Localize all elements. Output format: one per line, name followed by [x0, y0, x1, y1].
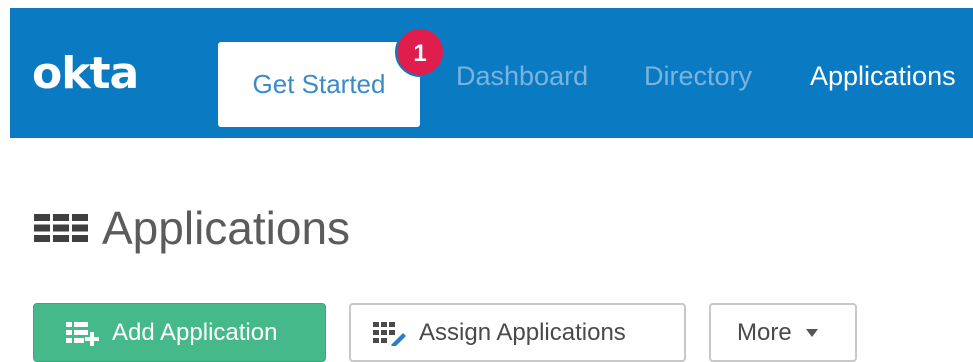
- nav-dashboard[interactable]: Dashboard: [456, 56, 588, 96]
- okta-logo[interactable]: okta: [32, 48, 139, 100]
- page-title: Applications: [102, 202, 351, 254]
- add-list-icon: [66, 321, 99, 346]
- nav-applications[interactable]: Applications: [810, 56, 956, 96]
- add-application-label: Add Application: [112, 318, 278, 346]
- add-application-button[interactable]: Add Application: [33, 303, 326, 362]
- top-navigation-bar: okta Get Started 1 Dashboard Directory A…: [10, 8, 973, 138]
- more-dropdown-button[interactable]: More: [709, 303, 857, 362]
- notification-badge: 1: [395, 27, 445, 77]
- nav-directory[interactable]: Directory: [644, 56, 752, 96]
- page-heading: Applications: [34, 198, 350, 258]
- get-started-label: Get Started: [252, 69, 386, 99]
- assign-applications-button[interactable]: Assign Applications: [349, 303, 686, 362]
- assign-grid-icon: [373, 321, 406, 346]
- assign-applications-label: Assign Applications: [419, 318, 626, 346]
- grid-icon: [34, 214, 88, 242]
- more-label: More: [737, 318, 792, 346]
- get-started-tab[interactable]: Get Started: [218, 42, 420, 127]
- page: okta Get Started 1 Dashboard Directory A…: [0, 0, 973, 362]
- chevron-down-icon: [805, 328, 818, 337]
